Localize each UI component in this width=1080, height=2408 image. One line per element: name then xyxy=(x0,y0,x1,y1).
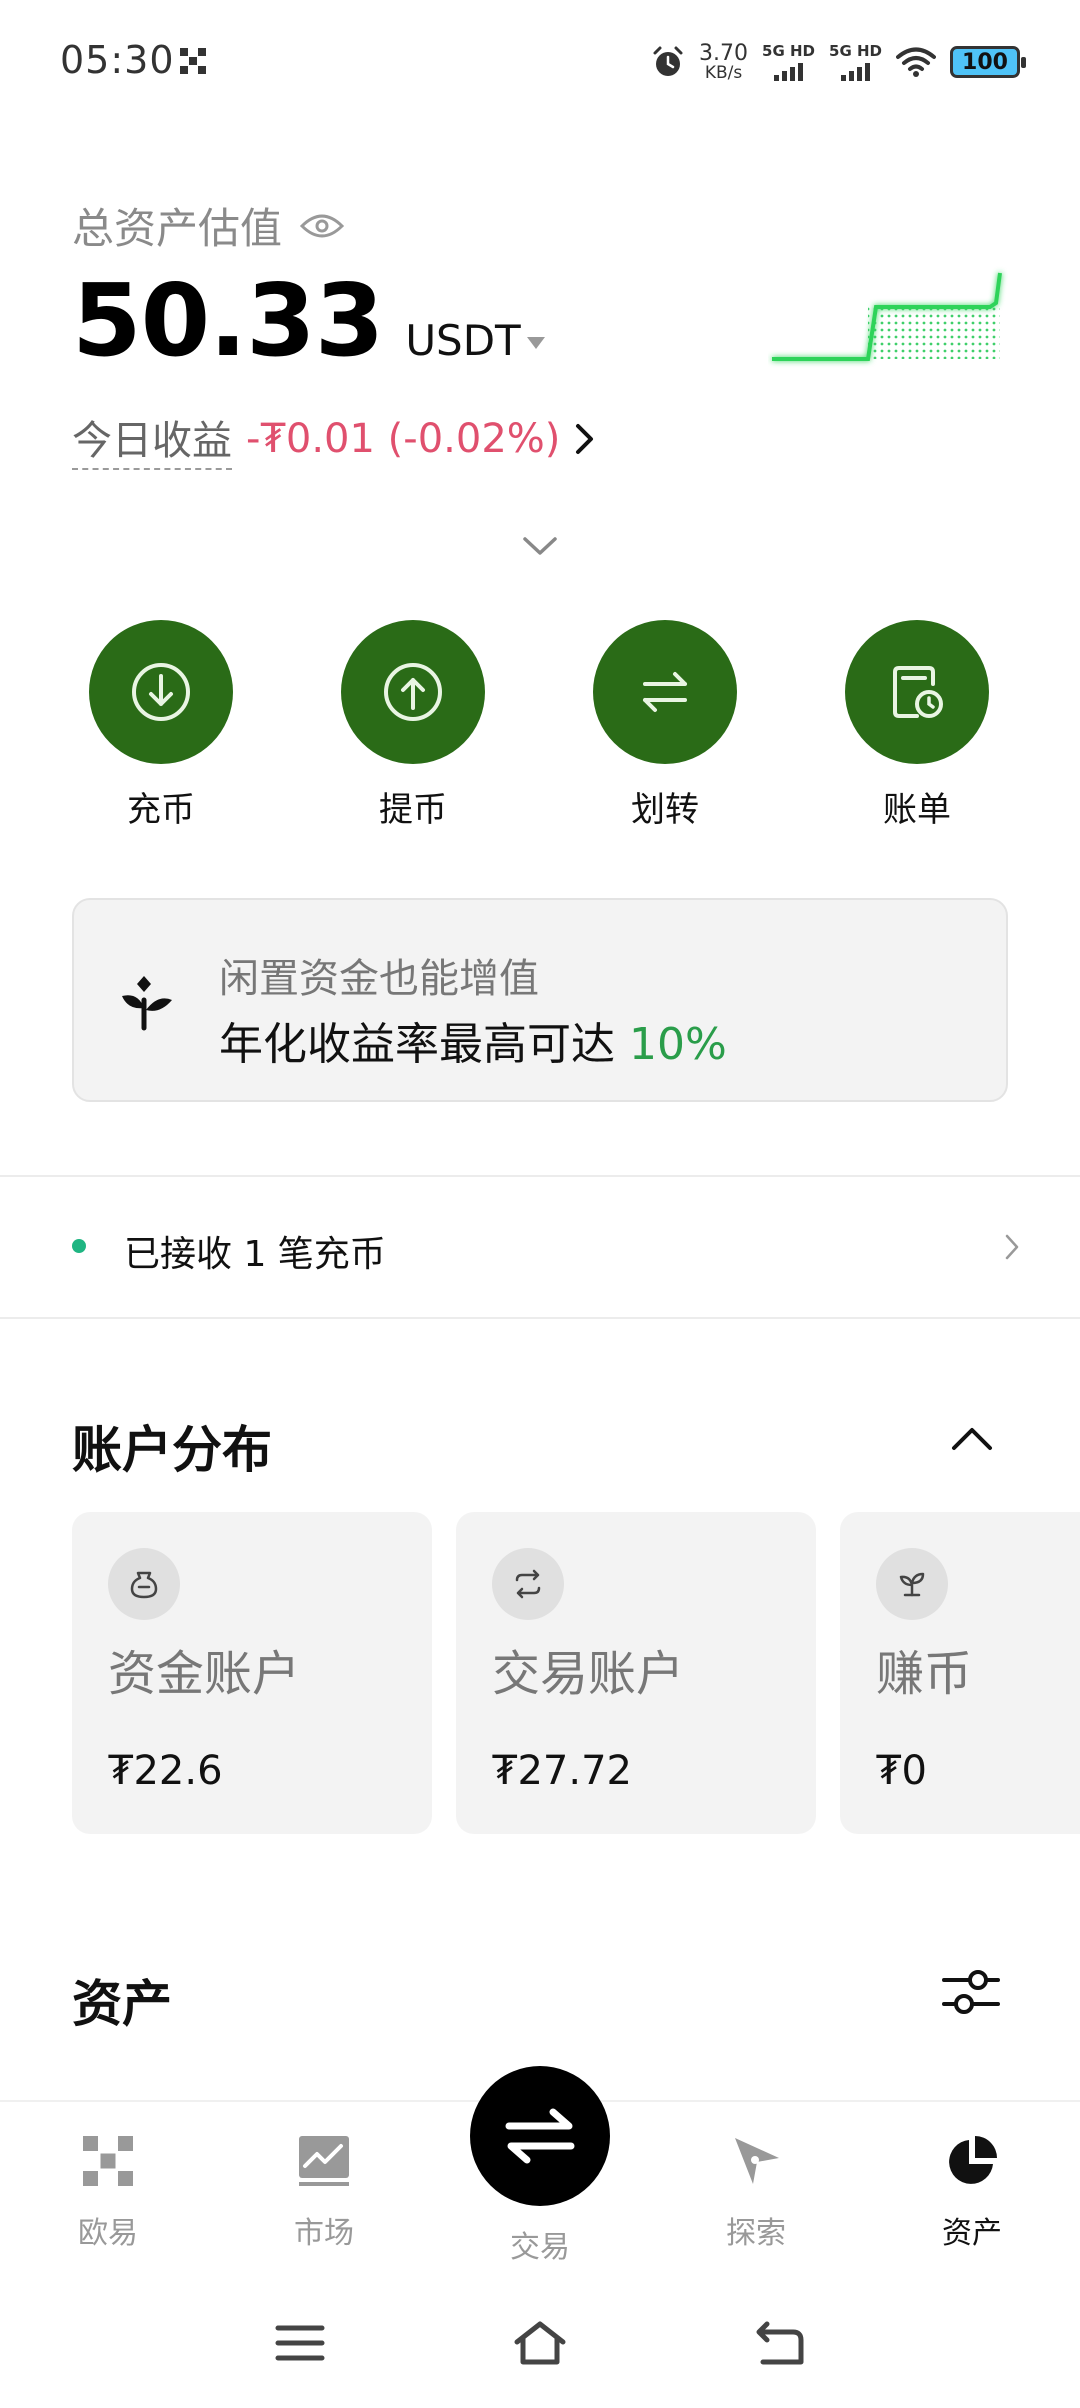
status-time: 05:30 xyxy=(60,38,175,82)
filter-sliders-icon[interactable] xyxy=(942,1966,1000,2018)
earn-promo-banner[interactable]: 闲置资金也能增值 年化收益率最高可达 10% xyxy=(72,898,1008,1102)
transfer-button-circle[interactable] xyxy=(593,620,737,764)
nav-explore[interactable]: 探索 xyxy=(676,2132,836,2252)
caret-down-icon xyxy=(526,337,545,349)
net-speed: 3.70 KB/s xyxy=(699,40,749,83)
transfer-label: 划转 xyxy=(631,790,699,830)
deposit-notice-text: 已接收 1 笔充币 xyxy=(124,1234,386,1275)
net-speed-unit: KB/s xyxy=(704,62,743,83)
trading-account-card[interactable]: 交易账户 ₮27.72 xyxy=(456,1512,816,1834)
chevron-up-icon[interactable] xyxy=(950,1424,994,1452)
deposit-button-circle[interactable] xyxy=(89,620,233,764)
nav-okx-label: 欧易 xyxy=(78,2216,138,2251)
assets-section-title: 资产 xyxy=(72,1975,172,2033)
quick-actions: 充币 提币 划转 账单 xyxy=(0,620,1080,840)
plant-icon xyxy=(122,976,172,1031)
signal-sim1-label: 5G HD xyxy=(762,41,816,60)
pie-chart-icon xyxy=(949,2136,997,2184)
status-dot xyxy=(72,1239,86,1253)
bill-label: 账单 xyxy=(883,790,951,830)
earn-account-card[interactable]: 赚币 ₮0 xyxy=(840,1512,1080,1834)
sprout-icon xyxy=(876,1548,948,1620)
eye-icon[interactable] xyxy=(300,212,345,240)
system-nav-bar xyxy=(0,2286,1080,2408)
okx-logo-icon xyxy=(83,2136,133,2186)
promo-title-prefix: 年化收益率最高可达 xyxy=(219,1019,629,1070)
total-assets-label: 总资产估值 xyxy=(72,195,345,256)
withdraw-label: 提币 xyxy=(379,790,447,830)
battery-icon: 100 xyxy=(950,46,1026,78)
wallet-icon xyxy=(108,1548,180,1620)
signal-sim2-label: 5G HD xyxy=(829,41,882,60)
signal-bars-icon xyxy=(774,62,804,81)
withdraw-button[interactable]: 提币 xyxy=(313,620,513,831)
battery-level: 100 xyxy=(962,49,1008,75)
currency-label: USDT xyxy=(405,316,521,365)
chevron-down-icon[interactable] xyxy=(522,535,558,557)
currency-selector[interactable]: USDT xyxy=(405,316,545,365)
account-cards-carousel[interactable]: 资金账户 ₮22.6 交易账户 ₮27.72 赚币 ₮0 xyxy=(72,1512,1080,1834)
bill-icon xyxy=(893,666,943,718)
earn-account-name: 赚币 xyxy=(876,1646,973,1702)
withdraw-icon xyxy=(384,663,442,721)
compass-icon xyxy=(735,2138,779,2184)
chevron-right-icon xyxy=(1005,1234,1019,1260)
today-pnl-label[interactable]: 今日收益 xyxy=(72,408,232,470)
back-icon[interactable] xyxy=(753,2318,807,2368)
home-icon[interactable] xyxy=(513,2318,567,2368)
signal-sim2: 5G HD xyxy=(829,41,882,81)
signal-bars-icon xyxy=(841,62,870,81)
net-speed-value: 3.70 xyxy=(699,40,749,66)
deposit-button[interactable]: 充币 xyxy=(61,620,261,831)
nav-market-label: 市场 xyxy=(294,2216,354,2251)
today-pnl-row[interactable]: 今日收益 -₮0.01 (-0.02%) xyxy=(72,408,596,470)
promo-highlight: 10% xyxy=(629,1019,727,1070)
total-amount: 50.33 xyxy=(72,262,384,379)
market-chart-icon xyxy=(299,2136,349,2186)
earn-account-value: ₮0 xyxy=(876,1748,927,1794)
promo-subtitle: 闲置资金也能增值 xyxy=(219,956,539,1002)
sparkline-area xyxy=(868,307,1000,359)
withdraw-button-circle[interactable] xyxy=(341,620,485,764)
trading-account-value: ₮27.72 xyxy=(492,1748,632,1794)
bill-button-circle[interactable] xyxy=(845,620,989,764)
funding-account-value: ₮22.6 xyxy=(108,1748,223,1794)
deposit-label: 充币 xyxy=(127,790,195,830)
status-bar: 05:30 3.70 KB/s 5G HD 5G HD 100 xyxy=(0,0,1080,130)
trading-account-name: 交易账户 xyxy=(492,1646,685,1702)
transfer-icon xyxy=(643,672,687,712)
chevron-right-icon[interactable] xyxy=(574,422,596,456)
deposit-icon xyxy=(132,663,190,721)
nav-trade-label: 交易 xyxy=(510,2230,570,2265)
total-assets-label-text: 总资产估值 xyxy=(72,204,283,253)
nav-explore-label: 探索 xyxy=(726,2216,786,2251)
okx-status-icon xyxy=(180,48,206,74)
wifi-icon xyxy=(896,47,936,77)
promo-title: 年化收益率最高可达 10% xyxy=(219,1008,727,1072)
funding-account-name: 资金账户 xyxy=(108,1646,301,1702)
accounts-section-title: 账户分布 xyxy=(72,1421,272,1479)
nav-assets[interactable]: 资产 xyxy=(892,2132,1052,2252)
bill-button[interactable]: 账单 xyxy=(817,620,1017,831)
trade-swap-icon xyxy=(505,2108,575,2164)
nav-assets-label: 资产 xyxy=(942,2216,1002,2251)
asset-trend-sparkline xyxy=(772,272,1002,361)
transfer-button[interactable]: 划转 xyxy=(565,620,765,831)
alarm-icon xyxy=(653,46,683,76)
signal-sim1: 5G HD xyxy=(762,41,816,81)
deposit-notice-row[interactable]: 已接收 1 笔充币 xyxy=(0,1175,1080,1319)
menu-icon[interactable] xyxy=(273,2318,327,2368)
status-indicators: 3.70 KB/s 5G HD 5G HD 100 xyxy=(651,36,1026,88)
total-assets-value: 50.33 USDT xyxy=(72,262,545,379)
swap-icon xyxy=(492,1548,564,1620)
today-pnl-value: -₮0.01 (-0.02%) xyxy=(246,416,561,462)
funding-account-card[interactable]: 资金账户 ₮22.6 xyxy=(72,1512,432,1834)
trade-button[interactable] xyxy=(470,2066,610,2206)
nav-okx[interactable]: 欧易 xyxy=(28,2132,188,2252)
nav-market[interactable]: 市场 xyxy=(244,2132,404,2252)
